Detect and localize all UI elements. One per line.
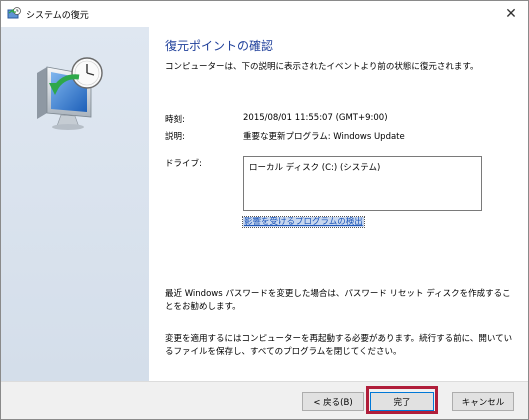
drive-label: ドライブ: <box>165 159 202 169</box>
window-title: システムの復元 <box>26 11 89 21</box>
description-label: 説明: <box>165 132 185 142</box>
time-value: 2015/08/01 11:55:07 (GMT+9:00) <box>243 113 388 123</box>
button-bar: < 戻る(B) 完了 キャンセル <box>1 381 528 419</box>
affected-programs-link[interactable]: 影響を受けるプログラムの検出 <box>242 215 365 228</box>
close-button[interactable]: ✕ <box>500 3 522 25</box>
sidebar-panel <box>1 27 149 381</box>
page-title: 復元ポイントの確認 <box>165 39 274 53</box>
back-button[interactable]: < 戻る(B) <box>302 392 364 411</box>
system-restore-window: システムの復元 ✕ 復元ポイントの確認 コンピューターは、下の説明に表示されたイ… <box>0 0 529 420</box>
system-restore-icon <box>7 7 21 19</box>
restart-note: 変更を適用するにはコンピューターを再起動する必要があります。続行する前に、開いて… <box>165 334 513 357</box>
finish-button[interactable]: 完了 <box>370 392 434 411</box>
drive-list[interactable]: ローカル ディスク (C:) (システム) <box>243 156 482 211</box>
title-bar: システムの復元 ✕ <box>1 1 528 27</box>
time-label: 時刻: <box>165 115 185 125</box>
drive-list-item[interactable]: ローカル ディスク (C:) (システム) <box>249 161 476 173</box>
main-content: 復元ポイントの確認 コンピューターは、下の説明に表示されたイベントより前の状態に… <box>149 27 528 381</box>
intro-text: コンピューターは、下の説明に表示されたイベントより前の状態に復元されます。 <box>165 62 479 72</box>
affected-programs-link-text: 影響を受けるプログラムの検出 <box>242 216 365 228</box>
cancel-button[interactable]: キャンセル <box>452 392 514 411</box>
close-icon: ✕ <box>505 6 517 22</box>
system-restore-monitor-clock-icon <box>37 57 103 130</box>
description-value: 重要な更新プログラム: Windows Update <box>243 132 405 142</box>
password-note: 最近 Windows パスワードを変更した場合は、パスワード リセット ディスク… <box>165 289 511 312</box>
